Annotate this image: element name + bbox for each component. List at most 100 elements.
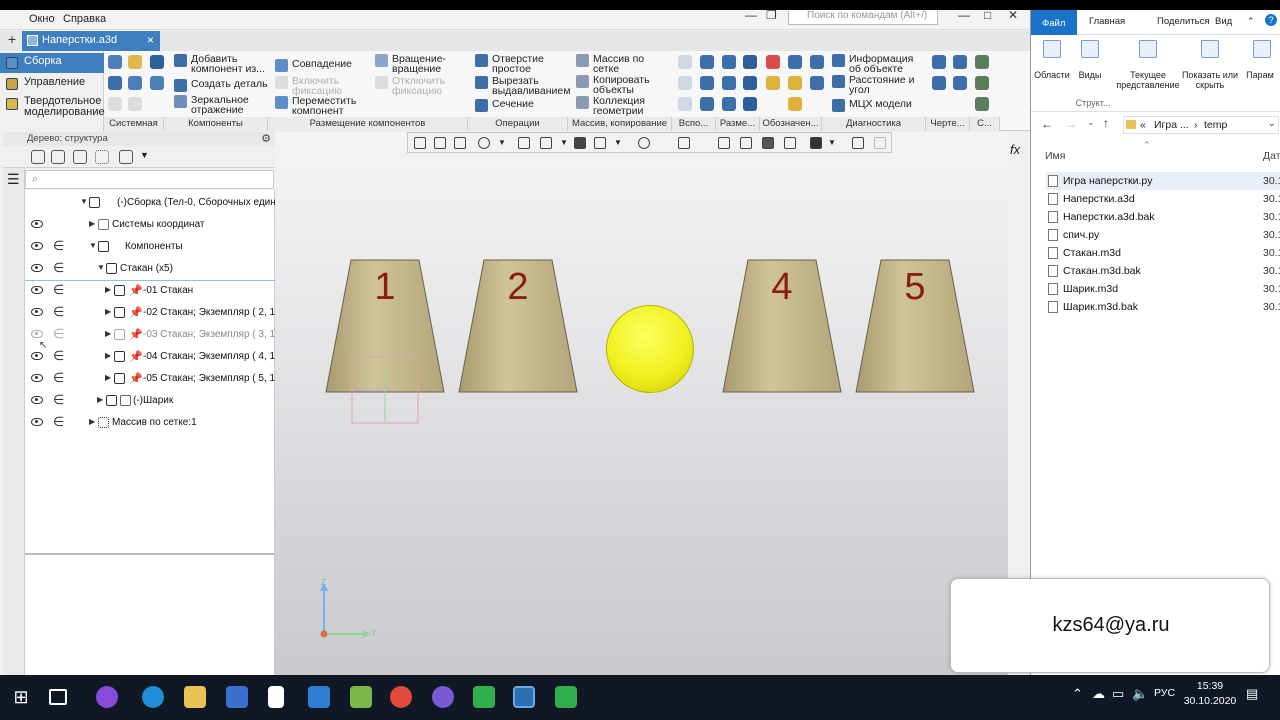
disable-fixation-button[interactable]: Отключить фиксацию — [375, 76, 447, 96]
paint-icon[interactable] — [350, 686, 372, 708]
breadcrumb-overflow[interactable]: « — [1140, 119, 1146, 131]
aux-icon[interactable] — [678, 55, 692, 69]
print-icon[interactable] — [108, 76, 122, 90]
orientation-cube-icon[interactable] — [574, 137, 586, 149]
open-file-icon[interactable] — [128, 55, 142, 69]
geometry-collection-button[interactable]: Коллекция геометрии — [576, 96, 648, 116]
save-icon[interactable] — [150, 55, 164, 69]
roughness-icon[interactable] — [766, 76, 780, 90]
mode-management[interactable]: Управление — [0, 74, 104, 94]
add-component-button[interactable]: Добавить компонент из... — [174, 54, 267, 74]
tab-home[interactable]: Главная — [1089, 16, 1125, 27]
create-part-button[interactable]: Создать деталь — [174, 79, 268, 92]
tree-row-coordinate-systems[interactable]: ▶ Системы координат — [25, 215, 275, 237]
eye-icon[interactable] — [31, 286, 43, 294]
maximize-window-button[interactable]: □ — [984, 10, 991, 22]
tree-row-grid-array[interactable]: ∈ ▶ Массив по сетке:1 — [25, 413, 275, 435]
tree-components-icon[interactable] — [51, 150, 65, 164]
chevron-down-icon[interactable]: ▼ — [614, 137, 626, 149]
chevron-down-icon[interactable]: ▼ — [828, 137, 840, 149]
array-on-grid-button[interactable]: Массив по сетке — [576, 54, 648, 74]
mass-props-button[interactable]: МЦХ модели — [832, 99, 912, 112]
chevron-down-icon[interactable]: ⌄ — [1087, 117, 1095, 128]
rotate-icon[interactable] — [540, 137, 552, 149]
service-icon[interactable] — [975, 55, 989, 69]
eye-icon[interactable] — [31, 308, 43, 316]
zoom-icon[interactable] — [478, 137, 490, 149]
address-bar[interactable]: « Игра ... › temp ⌄ — [1123, 116, 1279, 134]
eye-icon[interactable] — [31, 242, 43, 250]
section-button[interactable]: Сечение — [475, 99, 534, 112]
file-row[interactable]: Стакан.m3d.bak 30.1 — [1046, 262, 1280, 280]
show-hide-button[interactable]: Показать или скрыть — [1181, 70, 1239, 90]
tree-row-components[interactable]: ∈ ▼ Компоненты — [25, 237, 275, 259]
chevron-up-icon[interactable]: ⌃ — [1247, 16, 1255, 27]
options-button[interactable]: Парам — [1239, 70, 1280, 80]
column-name[interactable]: Имя — [1045, 150, 1065, 162]
breadcrumb-current[interactable]: temp — [1204, 119, 1227, 131]
chevron-down-icon[interactable]: ▼ — [560, 137, 572, 149]
eye-icon[interactable] — [31, 374, 43, 382]
dimension-icon[interactable] — [722, 55, 736, 69]
app-c-icon[interactable] — [555, 686, 577, 708]
layout-button[interactable]: Виды — [1071, 70, 1109, 80]
eye-icon[interactable] — [31, 264, 43, 272]
language-indicator[interactable]: РУС — [1154, 687, 1175, 699]
mail-icon[interactable] — [308, 686, 330, 708]
document-tab[interactable]: Наперстки.a3d × — [22, 31, 160, 51]
menu-help[interactable]: Справка — [63, 13, 106, 25]
onedrive-icon[interactable]: ☁ — [1092, 686, 1105, 702]
file-row[interactable]: спич.py 30.1 — [1046, 226, 1280, 244]
object-info-button[interactable]: Информация об объекте — [832, 54, 919, 74]
current-view-icon[interactable] — [1139, 40, 1157, 58]
clock[interactable]: 15:39 30.10.2020 — [1175, 679, 1245, 709]
distance-angle-button[interactable]: Расстояние и угол — [832, 75, 919, 95]
task-view-icon[interactable] — [49, 689, 67, 705]
file-row[interactable]: Игра наперстки.py 30.1 — [1046, 172, 1280, 190]
redo-icon[interactable] — [128, 97, 142, 111]
notepad-icon[interactable] — [268, 686, 284, 708]
chevron-down-icon[interactable]: ⌄ — [1268, 118, 1276, 129]
help-icon[interactable]: ? — [1265, 14, 1277, 26]
tray-chevron-icon[interactable]: ⌃ — [1072, 686, 1083, 702]
dim-radius-icon[interactable] — [722, 76, 736, 90]
base-icon[interactable] — [810, 55, 824, 69]
paste-icon[interactable] — [150, 76, 164, 90]
view-tool-icon[interactable] — [434, 137, 446, 149]
cup-4[interactable]: 4 — [722, 258, 842, 393]
cut-extrude-button[interactable]: Вырезать выдавливанием — [475, 76, 570, 96]
filter-icon[interactable] — [810, 137, 822, 149]
tree-row-cup-4[interactable]: ∈ ▶ 📌 -04 Стакан; Экземпляр ( 4, 1 ) — [25, 347, 281, 369]
settings-icon[interactable] — [975, 76, 989, 90]
tab-share[interactable]: Поделиться — [1157, 16, 1209, 27]
leader-icon[interactable] — [788, 55, 802, 69]
back-arrow-icon[interactable]: ← — [1041, 117, 1053, 131]
coincidence-button[interactable]: Совпадение — [275, 59, 352, 72]
tolerance-icon[interactable] — [788, 97, 802, 111]
cup-1[interactable]: 1 — [325, 258, 445, 424]
drawing-icon[interactable] — [932, 55, 946, 69]
line-icon[interactable] — [678, 97, 692, 111]
dim-angle-icon[interactable] — [743, 55, 757, 69]
file-row[interactable]: Шарик.m3d.bak 30.1 — [1046, 298, 1280, 316]
store-icon[interactable] — [226, 686, 248, 708]
tab-file[interactable]: Файл — [1031, 10, 1077, 35]
tree-row-cup-3[interactable]: ∈ ▶ 📌 -03 Стакан; Экземпляр ( 3, 1 ) — [25, 325, 281, 347]
chevron-down-icon[interactable]: ▼ — [140, 150, 149, 160]
copy-icon[interactable] — [128, 76, 142, 90]
windows-start-icon[interactable]: ⊞ — [10, 686, 32, 708]
tree-row-cup-1[interactable]: ∈ ▶ 📌 -01 Стакан — [25, 281, 275, 303]
measure-icon[interactable] — [718, 137, 730, 149]
snap-icon[interactable] — [740, 137, 752, 149]
undo-icon[interactable] — [108, 97, 122, 111]
viber-icon[interactable] — [432, 686, 454, 708]
dim-chain-icon[interactable] — [743, 97, 757, 111]
forward-arrow-icon[interactable]: → — [1065, 117, 1077, 131]
current-view-button[interactable]: Текущее представление — [1115, 70, 1181, 90]
variables-fx-button[interactable]: fx — [1010, 142, 1020, 157]
eye-icon[interactable] — [31, 220, 43, 228]
volume-icon[interactable]: 🔈 — [1132, 686, 1148, 702]
close-window-button[interactable]: ✕ — [1008, 10, 1018, 22]
copy-objects-button[interactable]: Копировать объекты — [576, 75, 653, 95]
eraser-icon[interactable] — [874, 137, 886, 149]
